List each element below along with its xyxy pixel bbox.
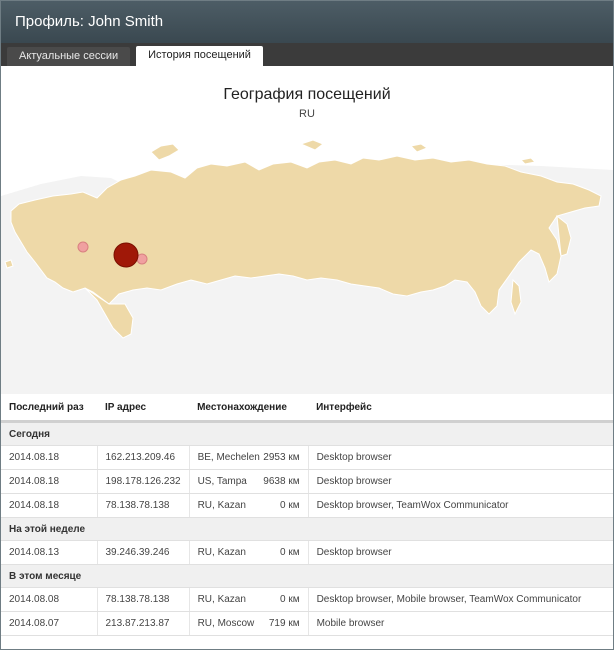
location-name: RU, Kazan [197,594,246,605]
visit-history-table: Последний раз IP адрес Местонахождение И… [1,394,613,636]
cell-date: 2014.08.18 [1,445,97,470]
map-bubble-kazan[interactable] [113,242,139,268]
column-header-interface[interactable]: Интерфейс [308,394,613,423]
map-island-new-siberian [409,143,429,153]
location-name: US, Tampa [197,476,247,487]
profile-window: Профиль: John Smith Актуальные сессии Ис… [0,0,614,650]
table-row[interactable]: 2014.08.07 213.87.213.87 RU, Moscow 719 к… [1,611,613,636]
cell-interface: Desktop browser [307,469,613,494]
group-header-this-week: На этой неделе [1,517,613,541]
cell-interface: Mobile browser [307,611,613,636]
group-label: На этой неделе [1,517,613,541]
location-name: RU, Kazan [197,547,246,558]
cell-interface: Desktop browser, Mobile browser, TeamWox… [307,587,613,612]
cell-date: 2014.08.18 [1,493,97,518]
group-header-this-month: В этом месяце [1,564,613,588]
cell-interface: Desktop browser [307,445,613,470]
cell-date: 2014.08.07 [1,611,97,636]
location-name: BE, Mechelen [197,452,260,463]
tab-visit-history[interactable]: История посещений [136,46,263,66]
location-name: RU, Kazan [197,500,246,511]
column-header-location[interactable]: Местонахождение [189,394,309,423]
map-title: География посещений [223,86,391,103]
window-title: Профиль: John Smith [1,1,613,43]
table-row[interactable]: 2014.08.18 198.178.126.232 US, Tampa 9638… [1,469,613,494]
column-header-ip[interactable]: IP адрес [97,394,190,423]
map-island-novaya-zemlya [150,143,180,161]
cell-ip: 78.138.78.138 [96,493,190,518]
map-island-wrangel [519,157,537,165]
cell-date: 2014.08.08 [1,587,97,612]
cell-interface: Desktop browser [307,540,613,565]
map-bubble-mechelen[interactable] [77,241,89,253]
cell-ip: 39.246.39.246 [96,540,190,565]
group-header-today: Сегодня [1,421,613,446]
table-row[interactable]: 2014.08.08 78.138.78.138 RU, Kazan 0 км D… [1,587,613,612]
location-distance: 719 км [268,618,300,629]
group-label: В этом месяце [1,564,613,588]
location-distance: 0 км [279,547,300,558]
tab-bar: Актуальные сессии История посещений [1,43,613,66]
cell-location: BE, Mechelen 2953 км [188,445,309,470]
column-header-last-time[interactable]: Последний раз [1,394,97,423]
group-label: Сегодня [1,421,613,446]
map-bubble-moscow[interactable] [136,253,148,265]
location-distance: 0 км [279,594,300,605]
location-distance: 9638 км [263,476,300,487]
map-island-severnaya [299,139,325,151]
cell-location: RU, Kazan 0 км [188,540,309,565]
cell-ip: 78.138.78.138 [96,587,190,612]
cell-ip: 162.213.209.46 [96,445,190,470]
map-subtitle: RU [299,108,315,120]
map-kaliningrad [4,259,14,269]
cell-date: 2014.08.18 [1,469,97,494]
cell-location: US, Tampa 9638 км [188,469,309,494]
cell-date: 2014.08.13 [1,540,97,565]
cell-location: RU, Kazan 0 км [188,493,309,518]
tab-active-sessions[interactable]: Актуальные сессии [7,47,131,66]
table-header-row: Последний раз IP адрес Местонахождение И… [1,394,613,423]
cell-location: RU, Kazan 0 км [188,587,309,612]
table-row[interactable]: 2014.08.13 39.246.39.246 RU, Kazan 0 км D… [1,540,613,565]
location-distance: 2953 км [263,452,300,463]
cell-ip: 198.178.126.232 [96,469,190,494]
geo-map-panel: География посещений RU [1,66,613,394]
table-row[interactable]: 2014.08.18 78.138.78.138 RU, Kazan 0 км D… [1,493,613,518]
cell-ip: 213.87.213.87 [96,611,190,636]
location-distance: 0 км [279,500,300,511]
cell-location: RU, Moscow 719 км [188,611,309,636]
table-row[interactable]: 2014.08.18 162.213.209.46 BE, Mechelen 29… [1,445,613,470]
cell-interface: Desktop browser, TeamWox Communicator [307,493,613,518]
location-name: RU, Moscow [197,618,255,629]
